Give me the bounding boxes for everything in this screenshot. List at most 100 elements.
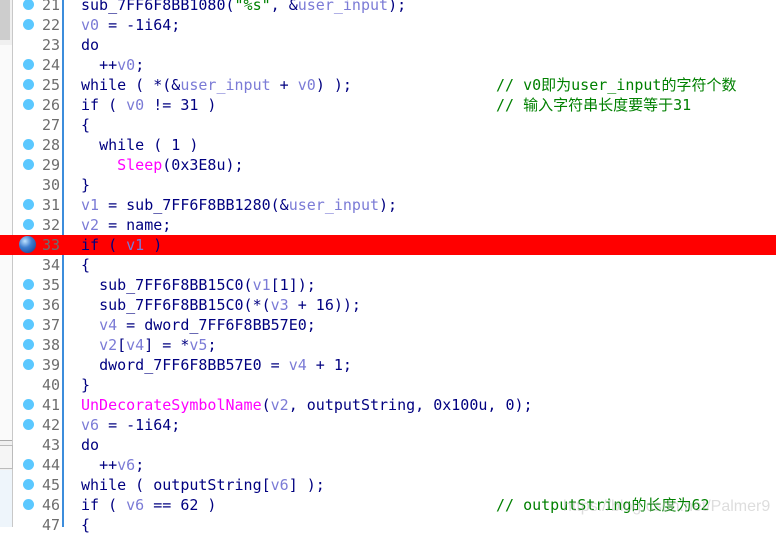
code-text[interactable]: v1 = sub_7FF6F8BB1280(&user_input); [81,195,776,215]
code-token: + 1; [306,356,352,374]
code-token: do [81,436,100,454]
code-token: { [81,116,91,134]
line-number: 31 [41,196,60,214]
code-line[interactable]: 34 { [0,255,776,275]
code-token: + [270,76,298,94]
code-token: ++ [99,456,118,474]
code-token: while ( *(& [81,76,181,94]
code-line[interactable]: 33 if ( v1 ) [0,235,776,255]
line-number: 22 [41,16,60,34]
code-text[interactable]: v4 = dword_7FF6F8BB57E0; [81,315,776,335]
code-line[interactable]: 42 v6 = -1i64; [0,415,776,435]
code-line[interactable]: 29 Sleep(0x3E8u); [0,155,776,175]
code-line[interactable]: 35 sub_7FF6F8BB15C0(v1[1]); [0,275,776,295]
code-text[interactable]: sub_7FF6F8BB15C0(*(v3 + 16)); [81,295,776,315]
code-token: (0x3E8u); [162,156,244,174]
code-line[interactable]: 31 v1 = sub_7FF6F8BB1280(&user_input); [0,195,776,215]
variable-token: v6 [270,476,289,494]
code-token: while ( 1 ) [99,136,199,154]
code-token: { [81,516,91,534]
variable-token: v0 [117,56,136,74]
line-number: 40 [41,376,60,394]
code-token: sub_7FF6F8BB15C0( [99,276,253,294]
code-line[interactable]: 47 { [0,515,776,535]
code-text[interactable]: while ( 1 ) [81,135,776,155]
variable-token: v1 [126,236,145,254]
code-token: sub_7FF6F8BB15C0(*( [99,296,271,314]
code-line[interactable]: 44 ++v6; [0,455,776,475]
code-text[interactable]: } [81,375,776,395]
code-text[interactable]: while ( outputString[v6] ); [81,475,776,495]
pseudocode-view[interactable]: 21 sub_7FF6F8BB1080("%s", &user_input); 22… [0,0,776,535]
watermark: https://blog.csdn.net/Palmer9 [563,498,771,515]
line-number: 35 [41,276,60,294]
code-text[interactable]: } [81,175,776,195]
code-text[interactable]: if ( v1 ) [64,235,776,255]
code-line[interactable]: 45 while ( outputString[v6] ); [0,475,776,495]
code-token: != 31 ) [144,96,217,114]
code-token: ); [388,0,407,14]
code-line[interactable]: 24 ++v0; [0,55,776,75]
code-text[interactable]: v6 = -1i64; [81,415,776,435]
code-line[interactable]: 41 UnDecorateSymbolName(v2, outputString,… [0,395,776,415]
line-number: 25 [41,76,60,94]
line-number: 42 [41,416,60,434]
string-token: "%s" [234,0,271,14]
line-number: 23 [41,36,60,54]
line-number: 29 [41,156,60,174]
code-line[interactable]: 28 while ( 1 ) [0,135,776,155]
code-line[interactable]: 30} [0,175,776,195]
code-text[interactable]: sub_7FF6F8BB1080("%s", &user_input); [81,0,776,15]
code-text[interactable]: { [81,515,776,535]
code-line[interactable]: 40} [0,375,776,395]
code-line[interactable]: 26 if ( v0 != 31 ) // 输入字符串长度要等于31 [0,95,776,115]
code-line[interactable]: 38 v2[v4] = *v5; [0,335,776,355]
code-token: = sub_7FF6F8BB1280(& [99,196,289,214]
variable-token: v6 [117,456,136,474]
variable-token: v6 [81,416,100,434]
code-text[interactable]: UnDecorateSymbolName(v2, outputString, 0… [81,395,776,415]
line-number: 36 [41,296,60,314]
code-token: ; [135,56,145,74]
code-text[interactable]: ++v6; [81,455,776,475]
code-token: } [81,176,91,194]
line-number: 39 [41,356,60,374]
code-line[interactable]: 32 v2 = name; [0,215,776,235]
code-text[interactable]: { [81,115,776,135]
line-number: 33 [41,236,60,254]
code-line[interactable]: 27 { [0,115,776,135]
variable-token: v0 [81,16,100,34]
line-number: 24 [41,56,60,74]
code-text[interactable]: { [81,255,776,275]
code-line[interactable]: 37 v4 = dword_7FF6F8BB57E0; [0,315,776,335]
code-token: , & [270,0,298,14]
code-token: ) ); [315,76,352,94]
code-token: do [81,36,100,54]
code-text[interactable]: v2[v4] = *v5; [81,335,776,355]
code-text[interactable]: dword_7FF6F8BB57E0 = v4 + 1; [81,355,776,375]
code-text[interactable]: Sleep(0x3E8u); [81,155,776,175]
code-token: ( [261,396,271,414]
code-token: = name; [99,216,172,234]
code-text[interactable]: v0 = -1i64; [81,15,776,35]
code-text[interactable]: do [81,435,776,455]
function-token: UnDecorateSymbolName [81,396,262,414]
code-line[interactable]: 22 v0 = -1i64; [0,15,776,35]
code-line[interactable]: 21 sub_7FF6F8BB1080("%s", &user_input); [0,0,776,15]
code-text[interactable]: ++v0; [81,55,776,75]
variable-token: v2 [270,396,289,414]
code-line[interactable]: 36 sub_7FF6F8BB15C0(*(v3 + 16)); [0,295,776,315]
code-line[interactable]: 39 dword_7FF6F8BB57E0 = v4 + 1; [0,355,776,375]
code-text[interactable]: sub_7FF6F8BB15C0(v1[1]); [81,275,776,295]
code-line[interactable]: 25 while ( *(&user_input + v0) ); // v0即为u… [0,75,776,95]
code-line[interactable]: 23 do [0,35,776,55]
code-token: sub_7FF6F8BB1080( [81,0,235,14]
variable-token: v6 [126,496,145,514]
code-text[interactable]: v2 = name; [81,215,776,235]
line-number: 28 [41,136,60,154]
code-text[interactable]: do [81,35,776,55]
line-number: 44 [41,456,60,474]
code-line[interactable]: 43 do [0,435,776,455]
line-number: 34 [41,256,60,274]
code-token: = -1i64; [99,416,181,434]
